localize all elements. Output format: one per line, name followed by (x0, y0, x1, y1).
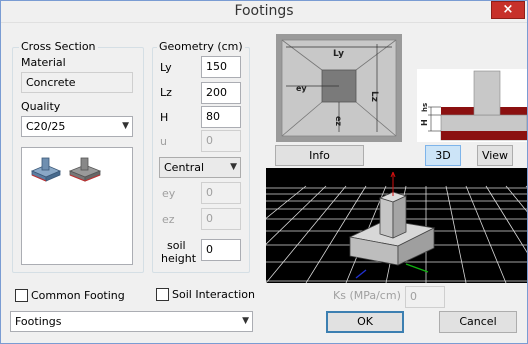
position-select-value: Central (164, 161, 205, 174)
material-field: Concrete (21, 72, 133, 93)
3d-button[interactable]: 3D (425, 145, 461, 166)
soil-height-input[interactable]: 0 (201, 239, 241, 261)
ks-input: 0 (405, 286, 445, 308)
footing-section-diagram: hs H (417, 69, 527, 142)
cancel-button[interactable]: Cancel (439, 311, 517, 333)
section-type-panel (21, 147, 133, 265)
cross-section-legend: Cross Section (19, 40, 98, 53)
section-hs-label: hs (421, 103, 429, 112)
chevron-down-icon: ▼ (230, 162, 237, 172)
chevron-down-icon: ▼ (122, 121, 129, 131)
lz-input[interactable]: 200 (201, 82, 241, 104)
plan-ey-label: ey (296, 84, 307, 93)
chevron-down-icon: ▼ (242, 316, 249, 326)
ly-input[interactable]: 150 (201, 56, 241, 78)
isolated-footing-icon[interactable] (30, 155, 62, 183)
footing-plan-diagram: Ly ey Lz ez (276, 34, 402, 142)
close-button[interactable]: × (491, 1, 525, 19)
ey-label: ey (162, 187, 176, 200)
view-button[interactable]: View (477, 145, 513, 166)
ks-label: Ks (MPa/cm) (333, 289, 401, 302)
quality-label: Quality (21, 100, 61, 113)
lz-label: Lz (160, 86, 172, 99)
ez-label: ez (162, 213, 175, 226)
ok-button[interactable]: OK (326, 311, 404, 333)
window-title: Footings (234, 3, 294, 19)
position-select[interactable]: Central ▼ (159, 157, 241, 178)
soil-interaction-checkbox[interactable] (156, 288, 169, 301)
soil-height-label-line1: soil (167, 239, 186, 252)
u-label: u (160, 135, 167, 148)
ey-input: 0 (201, 182, 241, 204)
soil-interaction-label[interactable]: Soil Interaction (172, 288, 255, 301)
footings-dialog: Footings × Cross Section Material Concre… (0, 0, 528, 344)
quality-select[interactable]: C20/25 ▼ (21, 116, 133, 137)
geometry-legend: Geometry (cm) (157, 40, 245, 53)
title-bar: Footings × (1, 1, 527, 23)
footing-type-select[interactable]: Footings ▼ (10, 311, 253, 332)
plan-ez-label: ez (334, 116, 343, 126)
common-footing-checkbox[interactable] (15, 289, 28, 302)
3d-viewport[interactable] (266, 168, 527, 283)
combined-footing-icon[interactable] (68, 155, 102, 183)
ly-label: Ly (160, 61, 172, 74)
ez-input: 0 (201, 208, 241, 230)
material-label: Material (21, 56, 66, 69)
plan-lz-label: Lz (369, 91, 379, 102)
quality-select-value: C20/25 (26, 120, 66, 133)
footing-type-select-value: Footings (15, 315, 62, 328)
soil-height-label-line2: height (161, 252, 197, 265)
u-input: 0 (201, 130, 241, 152)
section-h-label: H (420, 119, 429, 126)
info-button[interactable]: Info (275, 145, 364, 166)
common-footing-label[interactable]: Common Footing (31, 289, 125, 302)
h-label: H (160, 111, 169, 124)
h-input[interactable]: 80 (201, 106, 241, 128)
plan-ly-label: Ly (333, 49, 344, 59)
